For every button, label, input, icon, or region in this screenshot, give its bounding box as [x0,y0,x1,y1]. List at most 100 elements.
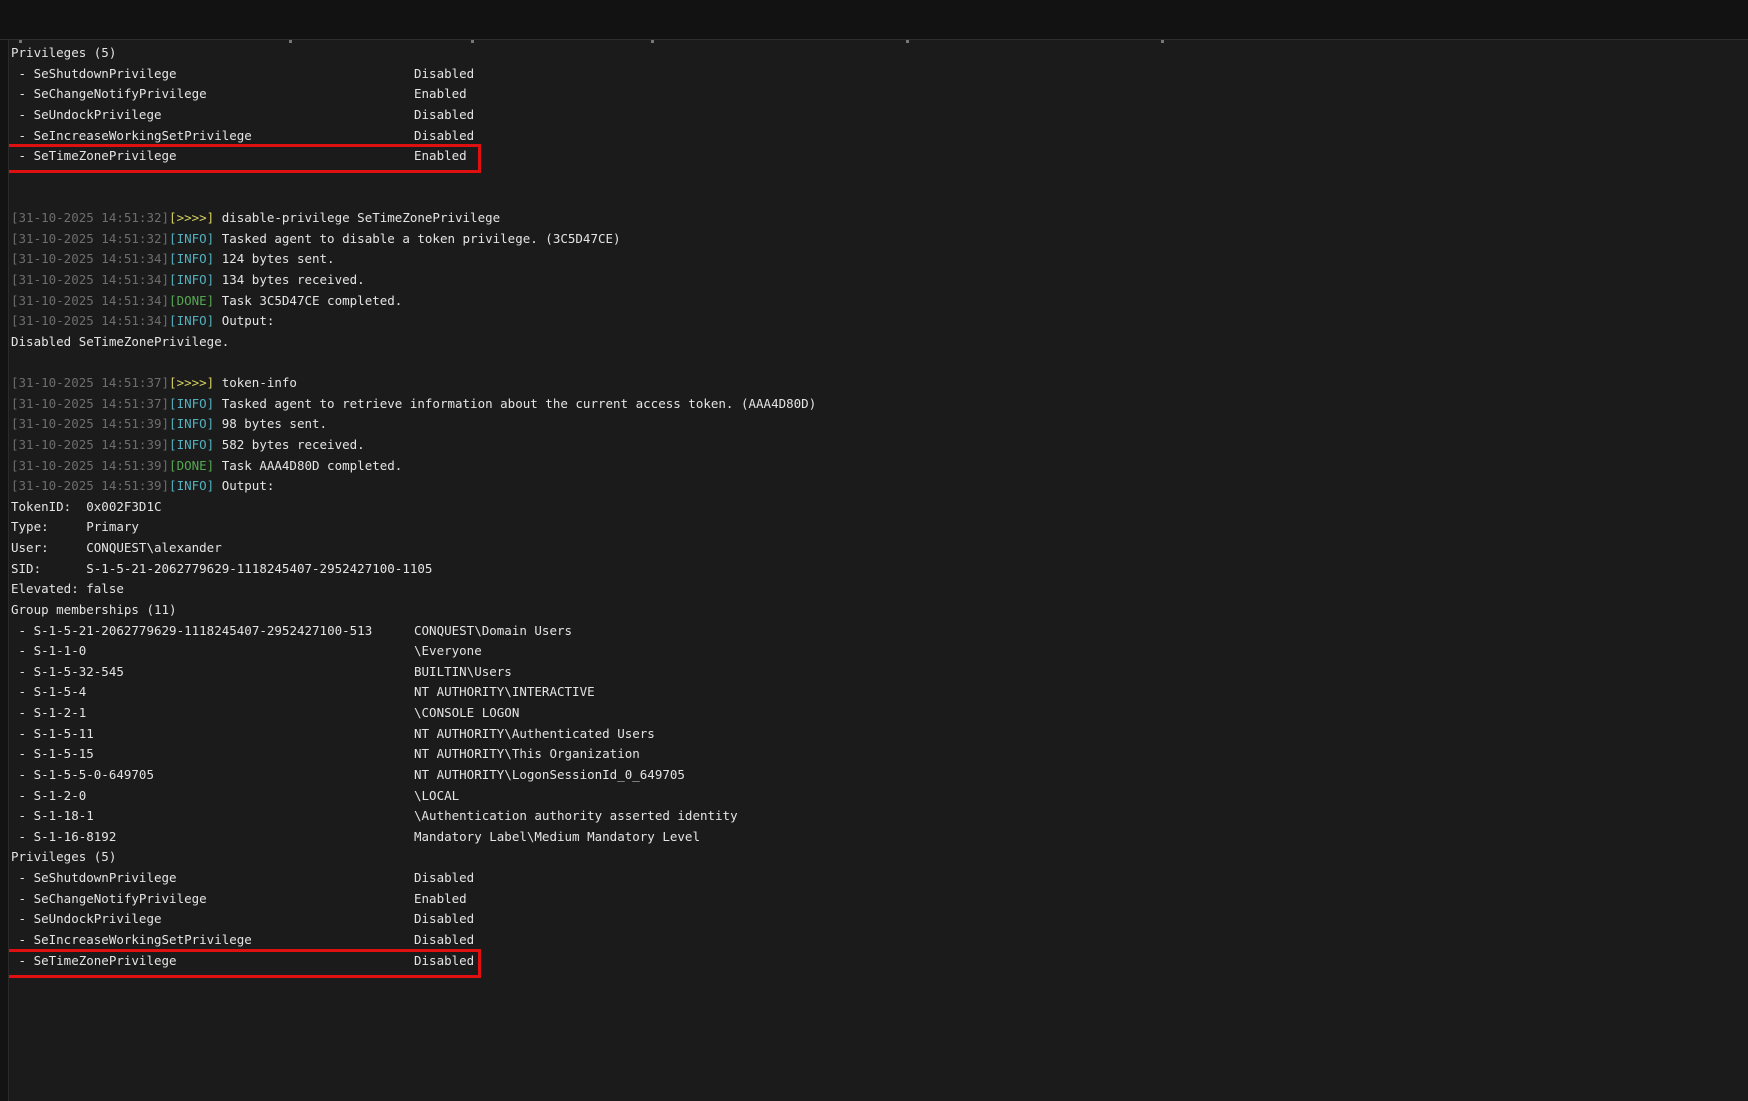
kv-label: - SeShutdownPrivilege [11,64,414,85]
output-line: [31-10-2025 14:51:34][DONE]Task 3C5D47CE… [11,291,1748,312]
highlighted-output-line: - SeTimeZonePrivilegeDisabled [11,951,1748,972]
blank-line [11,187,1748,208]
output-line: - SeShutdownPrivilegeDisabled [11,64,1748,85]
output-line: - S-1-5-15NT AUTHORITY\This Organization [11,744,1748,765]
output-text: Type: Primary [11,519,139,534]
log-message: token-info [214,375,297,390]
log-timestamp: [31-10-2025 14:51:34] [11,272,169,287]
output-line: - S-1-5-4NT AUTHORITY\INTERACTIVE [11,682,1748,703]
output-line: Privileges (5) [11,847,1748,868]
kv-value: \CONSOLE LOGON [414,705,519,720]
output-line: - S-1-16-8192Mandatory Label\Medium Mand… [11,827,1748,848]
output-line: - S-1-5-21-2062779629-1118245407-2952427… [11,621,1748,642]
output-line: - SeShutdownPrivilegeDisabled [11,868,1748,889]
output-line: Group memberships (11) [11,600,1748,621]
kv-value: NT AUTHORITY\Authenticated Users [414,726,655,741]
output-line: [31-10-2025 14:51:34][INFO]124 bytes sen… [11,249,1748,270]
highlighted-output-line: - SeTimeZonePrivilegeEnabled [11,146,1748,167]
blank-line [11,167,1748,188]
output-line: - SeUndockPrivilegeDisabled [11,909,1748,930]
log-timestamp: [31-10-2025 14:51:37] [11,396,169,411]
output-line: TokenID: 0x002F3D1C [11,497,1748,518]
output-text: Privileges (5) [11,849,116,864]
kv-value: BUILTIN\Users [414,664,512,679]
output-text: User: CONQUEST\alexander [11,540,222,555]
kv-value: Enabled [414,891,467,906]
log-tag: [INFO] [169,272,214,287]
output-line: Disabled SeTimeZonePrivilege. [11,332,1748,353]
kv-label: - SeUndockPrivilege [11,105,414,126]
output-line: - SeChangeNotifyPrivilegeEnabled [11,84,1748,105]
kv-value: Disabled [414,932,474,947]
kv-value: NT AUTHORITY\INTERACTIVE [414,684,595,699]
output-line: - S-1-1-0\Everyone [11,641,1748,662]
kv-label: - SeChangeNotifyPrivilege [11,84,414,105]
log-timestamp: [31-10-2025 14:51:32] [11,231,169,246]
output-line: - S-1-18-1\Authentication authority asse… [11,806,1748,827]
log-tag: [>>>>] [169,210,214,225]
log-message: Task AAA4D80D completed. [214,458,402,473]
log-tag: [>>>>] [169,375,214,390]
kv-value: Mandatory Label\Medium Mandatory Level [414,829,700,844]
log-message: 124 bytes sent. [214,251,334,266]
output-line: [31-10-2025 14:51:32][INFO]Tasked agent … [11,229,1748,250]
kv-label: - S-1-2-0 [11,786,414,807]
output-line: - S-1-2-0\LOCAL [11,786,1748,807]
kv-label: - S-1-1-0 [11,641,414,662]
kv-label: - SeShutdownPrivilege [11,868,414,889]
kv-label: - S-1-5-5-0-649705 [11,765,414,786]
output-line: SID: S-1-5-21-2062779629-1118245407-2952… [11,559,1748,580]
kv-label: - S-1-5-32-545 [11,662,414,683]
log-tag: [INFO] [169,437,214,452]
log-message: Tasked agent to disable a token privileg… [214,231,620,246]
output-line: [31-10-2025 14:51:39][INFO]582 bytes rec… [11,435,1748,456]
output-line: Elevated: false [11,579,1748,600]
kv-value: Disabled [414,911,474,926]
log-message: Output: [214,478,274,493]
log-message: Output: [214,313,274,328]
kv-value: NT AUTHORITY\LogonSessionId_0_649705 [414,767,685,782]
output-line: [31-10-2025 14:51:39][INFO]Output: [11,476,1748,497]
kv-value: Disabled [414,107,474,122]
log-message: Tasked agent to retrieve information abo… [214,396,816,411]
log-timestamp: [31-10-2025 14:51:34] [11,293,169,308]
output-line: - SeChangeNotifyPrivilegeEnabled [11,889,1748,910]
log-message: Task 3C5D47CE completed. [214,293,402,308]
kv-value: \LOCAL [414,788,459,803]
log-tag: [INFO] [169,478,214,493]
kv-value: Disabled [414,128,474,143]
console-output-panel[interactable]: Privileges (5) - SeShutdownPrivilegeDisa… [8,40,1748,1101]
output-text: Group memberships (11) [11,602,177,617]
output-text: Privileges (5) [11,45,116,60]
log-message: 582 bytes received. [214,437,365,452]
kv-value: Enabled [414,148,467,163]
log-timestamp: [31-10-2025 14:51:39] [11,437,169,452]
log-timestamp: [31-10-2025 14:51:39] [11,478,169,493]
log-tag: [DONE] [169,458,214,473]
output-line: [31-10-2025 14:51:39][DONE]Task AAA4D80D… [11,456,1748,477]
output-text: SID: S-1-5-21-2062779629-1118245407-2952… [11,561,432,576]
output-line: Type: Primary [11,517,1748,538]
log-timestamp: [31-10-2025 14:51:39] [11,416,169,431]
kv-label: - S-1-2-1 [11,703,414,724]
kv-value: Enabled [414,86,467,101]
kv-label: - SeUndockPrivilege [11,909,414,930]
kv-label: - SeChangeNotifyPrivilege [11,889,414,910]
output-line: User: CONQUEST\alexander [11,538,1748,559]
kv-value: Disabled [414,870,474,885]
output-line: [31-10-2025 14:51:39][INFO]98 bytes sent… [11,414,1748,435]
output-line: [31-10-2025 14:51:37][INFO]Tasked agent … [11,394,1748,415]
output-line: [31-10-2025 14:51:32][>>>>]disable-privi… [11,208,1748,229]
log-timestamp: [31-10-2025 14:51:39] [11,458,169,473]
log-timestamp: [31-10-2025 14:51:37] [11,375,169,390]
kv-label: - S-1-18-1 [11,806,414,827]
log-timestamp: [31-10-2025 14:51:32] [11,210,169,225]
kv-label: - SeTimeZonePrivilege [11,951,414,972]
output-line: Privileges (5) [11,43,1748,64]
kv-value: Disabled [414,66,474,81]
output-line: - SeIncreaseWorkingSetPrivilegeDisabled [11,126,1748,147]
output-line: - S-1-5-11NT AUTHORITY\Authenticated Use… [11,724,1748,745]
kv-value: Disabled [414,953,474,968]
log-tag: [INFO] [169,416,214,431]
kv-value: \Authentication authority asserted ident… [414,808,738,823]
